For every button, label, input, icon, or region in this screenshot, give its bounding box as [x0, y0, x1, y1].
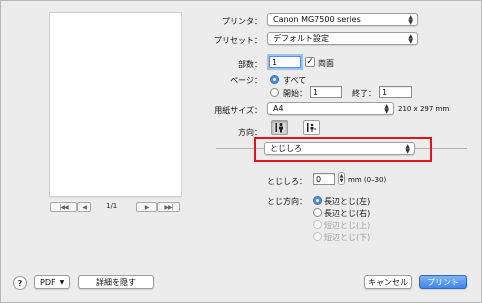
copies-field[interactable]: 1: [269, 56, 301, 68]
help-button[interactable]: ?: [13, 276, 27, 290]
print-dialog: |◀◀ ◀ 1/1 ▶ ▶▶| プリンタ： Canon MG7500 serie…: [0, 0, 482, 303]
first-page-icon: |◀◀: [59, 203, 68, 211]
pages-from-field[interactable]: 1: [310, 86, 342, 98]
pages-all-label: すべて: [283, 76, 307, 85]
binding-long-right-radio[interactable]: [313, 208, 322, 217]
preset-label: プリセット：: [214, 36, 262, 45]
print-preview-page: [50, 13, 181, 196]
next-page-button[interactable]: ▶: [136, 202, 157, 212]
duplex-label: 両面: [318, 59, 334, 68]
cancel-button[interactable]: キャンセル: [364, 275, 412, 289]
page-counter: 1/1: [106, 202, 118, 210]
next-page-icon: ▶: [144, 203, 150, 211]
margin-unit-range: mm (0–30): [348, 176, 387, 184]
updown-arrows-icon: ▲ ▼: [384, 103, 389, 115]
binding-label: とじ方向：: [267, 197, 307, 206]
paper-size-label: 用紙サイズ：: [214, 106, 262, 115]
pages-label: ページ：: [230, 76, 262, 85]
last-page-icon: ▶▶|: [164, 203, 173, 211]
last-page-button[interactable]: ▶▶|: [157, 202, 180, 212]
pages-to-label: 終了：: [352, 89, 376, 98]
pdf-label: PDF: [40, 277, 56, 287]
copies-label: 部数：: [238, 60, 262, 69]
paper-dimensions: 210 x 297 mm: [398, 105, 450, 113]
printer-label: プリンタ：: [222, 17, 262, 26]
orientation-portrait-button[interactable]: [271, 120, 288, 135]
paper-size-select[interactable]: A4 ▲ ▼: [267, 102, 394, 115]
binding-option: 短辺とじ(下): [324, 233, 371, 242]
previous-page-button[interactable]: ◀: [77, 202, 91, 212]
paper-size-value: A4: [273, 104, 284, 113]
printer-value: Canon MG7500 series: [273, 15, 361, 24]
landscape-person-icon: [307, 123, 317, 132]
previous-page-icon: ◀: [82, 203, 87, 211]
margin-stepper[interactable]: ▲ ▼: [338, 172, 345, 185]
binding-long-left-radio[interactable]: [313, 196, 322, 205]
pages-from-label: 開始：: [283, 89, 307, 98]
duplex-checkbox[interactable]: ✓: [305, 57, 315, 67]
panel-select[interactable]: とじしろ ▲ ▼: [264, 142, 415, 155]
preset-value: デフォルト設定: [273, 34, 329, 43]
updown-arrows-icon: ▲ ▼: [405, 143, 410, 155]
portrait-person-icon: [275, 123, 283, 133]
margin-field[interactable]: 0: [313, 173, 335, 185]
question-mark-icon: ?: [17, 278, 23, 288]
pdf-menu-button[interactable]: PDF ▼: [34, 275, 70, 289]
checkmark-icon: ✓: [306, 56, 314, 67]
binding-option: 長辺とじ(右): [324, 209, 371, 218]
updown-arrows-icon: ▲ ▼: [408, 33, 413, 45]
updown-arrows-icon: ▲ ▼: [408, 14, 413, 26]
binding-short-top-radio: [313, 220, 322, 229]
preset-select[interactable]: デフォルト設定 ▲ ▼: [267, 32, 418, 45]
print-button[interactable]: プリント: [419, 275, 467, 289]
pages-all-radio[interactable]: [270, 75, 279, 84]
hide-details-button[interactable]: 詳細を隠す: [78, 275, 154, 289]
binding-short-bottom-radio: [313, 232, 322, 241]
orientation-landscape-button[interactable]: [303, 120, 320, 135]
pages-range-radio[interactable]: [270, 88, 279, 97]
binding-option: 長辺とじ(左): [324, 197, 371, 206]
panel-select-value: とじしろ: [270, 144, 302, 153]
chevron-down-icon: ▼: [59, 278, 65, 286]
margin-label: とじしろ：: [267, 177, 307, 186]
printer-select[interactable]: Canon MG7500 series ▲ ▼: [267, 13, 418, 26]
first-page-button[interactable]: |◀◀: [50, 202, 77, 212]
pages-to-field[interactable]: 1: [379, 86, 412, 98]
binding-option: 短辺とじ(上): [324, 221, 371, 230]
